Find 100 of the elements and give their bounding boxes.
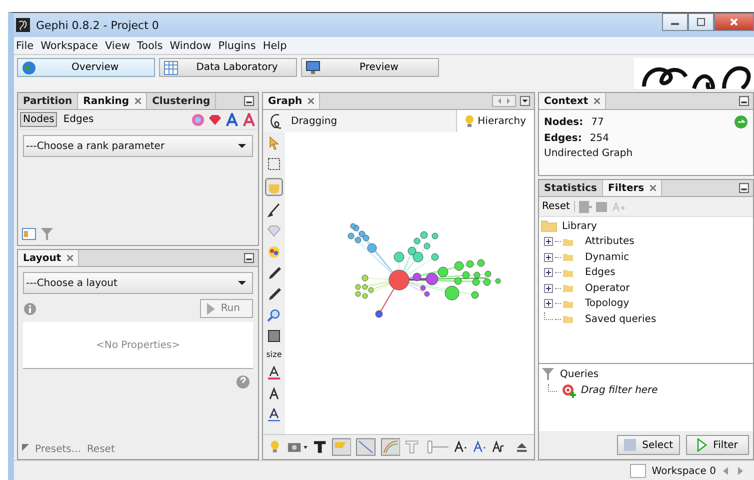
perspective-button[interactable]: Data Laboratory	[159, 58, 297, 77]
panel-tab[interactable]: Layout	[18, 250, 80, 266]
expand-icon[interactable]	[544, 299, 553, 308]
minimize-icon[interactable]	[244, 96, 254, 106]
expand-icon[interactable]	[544, 252, 553, 262]
graph-node	[423, 242, 430, 250]
help-icon[interactable]	[236, 375, 250, 389]
size-tool[interactable]: size	[266, 350, 282, 359]
pointer-icon[interactable]	[267, 136, 281, 150]
expand-icon[interactable]	[544, 268, 553, 278]
close-button[interactable]	[714, 13, 754, 31]
run-button[interactable]: Run	[200, 299, 253, 318]
graph-node	[494, 278, 500, 284]
graph-node	[407, 246, 416, 256]
menu-item[interactable]: Help	[262, 40, 287, 52]
minimize-icon[interactable]	[244, 253, 254, 263]
panel-tab[interactable]: Context	[539, 93, 606, 109]
rectangle-select-icon[interactable]	[267, 157, 281, 171]
tree-item[interactable]: Queries	[560, 368, 599, 380]
rainbow-edge-icon[interactable]	[380, 438, 400, 456]
square-icon[interactable]	[267, 329, 281, 343]
window-title: Gephi 0.8.2 - Project 0	[36, 18, 159, 32]
font-icon[interactable]	[454, 440, 468, 454]
maximize-button[interactable]	[688, 13, 714, 31]
diamond-icon[interactable]	[208, 112, 222, 126]
properties-sheet[interactable]: <No Properties>	[23, 322, 253, 369]
bulb-icon	[464, 114, 474, 128]
globe-icon	[22, 60, 36, 74]
palette-icon[interactable]	[267, 245, 281, 259]
close-icon[interactable]	[650, 185, 656, 191]
layout-dropdown[interactable]: ---Choose a layout	[23, 272, 253, 294]
zoom-icon[interactable]	[267, 308, 281, 322]
tree-item[interactable]: Dynamic	[585, 252, 630, 263]
menu-item[interactable]: Tools	[136, 40, 163, 52]
previous-icon[interactable]	[722, 467, 730, 475]
reset-link[interactable]: Reset	[86, 444, 115, 455]
brush-icon[interactable]	[267, 203, 281, 217]
letter-a-icon[interactable]	[225, 112, 239, 126]
presets-link[interactable]: Presets...	[35, 444, 81, 455]
info-icon[interactable]	[23, 302, 37, 316]
table-icon[interactable]	[22, 227, 36, 241]
minimize-icon[interactable]	[739, 183, 749, 193]
select-button[interactable]: Select	[617, 435, 680, 455]
font-size-icon[interactable]	[492, 440, 506, 454]
tree-item[interactable]: Library	[562, 220, 597, 232]
tree-item[interactable]: Attributes	[585, 236, 634, 248]
font-color-icon[interactable]	[473, 440, 487, 454]
label-color-icon[interactable]	[267, 366, 281, 380]
play-icon	[697, 438, 708, 452]
reset-button[interactable]: Reset	[541, 201, 575, 212]
panel-tab[interactable]: Clustering	[147, 93, 216, 109]
close-icon[interactable]	[594, 98, 600, 104]
perspective-button[interactable]: Overview	[17, 58, 155, 77]
menu-item[interactable]: View	[104, 40, 130, 52]
close-icon[interactable]	[308, 98, 314, 104]
funnel-icon[interactable]	[40, 227, 54, 241]
hand-icon[interactable]	[265, 178, 283, 196]
graph-node	[430, 253, 438, 261]
minimize-icon[interactable]	[739, 96, 749, 106]
tree-item[interactable]: Saved queries	[585, 314, 656, 325]
pencil-icon[interactable]	[267, 287, 281, 301]
close-icon[interactable]	[67, 255, 74, 261]
menu-item[interactable]: Plugins	[218, 40, 256, 52]
perspective-button[interactable]: Preview	[301, 58, 439, 77]
close-icon[interactable]	[135, 98, 142, 104]
pencil-icon[interactable]	[267, 266, 281, 280]
filter-button[interactable]: Filter	[686, 435, 749, 455]
nodes-count: 77	[591, 116, 604, 128]
graph-node	[366, 243, 376, 253]
node-label-icon[interactable]	[332, 438, 352, 456]
funnel-icon	[541, 367, 555, 382]
hierarchy-button[interactable]: Hierarchy	[456, 110, 534, 132]
label-underline-icon[interactable]	[267, 408, 281, 422]
rank-parameter-dropdown[interactable]: ---Choose a rank parameter	[23, 135, 253, 157]
graph-node	[388, 270, 409, 290]
panel-tab[interactable]: Ranking	[78, 93, 148, 109]
camera-icon[interactable]	[286, 440, 308, 454]
tree-item[interactable]: Operator	[585, 282, 630, 294]
panel-tab[interactable]: Graph	[263, 93, 320, 109]
expand-icon[interactable]	[544, 237, 553, 246]
menu-item[interactable]: Workspace	[40, 40, 98, 52]
next-icon[interactable]	[736, 467, 744, 475]
letter-a-icon[interactable]	[242, 112, 256, 126]
refresh-icon[interactable]	[734, 115, 748, 129]
dropdown-icon[interactable]	[520, 96, 530, 106]
tree-item[interactable]: Edges	[585, 267, 616, 278]
text-icon[interactable]	[313, 440, 327, 454]
minimize-button[interactable]	[662, 13, 688, 31]
panel-tab[interactable]: Filters	[602, 180, 662, 196]
color-wheel-icon[interactable]	[191, 112, 205, 126]
menu-item[interactable]: File	[16, 40, 34, 52]
label-size-icon[interactable]	[267, 387, 281, 401]
edge-icon[interactable]	[356, 438, 376, 456]
toggle-button[interactable]: Edges	[60, 112, 97, 127]
menu-item[interactable]: Window	[170, 40, 212, 52]
eject-icon[interactable]	[515, 440, 529, 454]
expand-icon[interactable]	[544, 284, 553, 293]
graph-node	[374, 310, 382, 318]
toggle-button[interactable]: Nodes	[20, 112, 58, 127]
tree-item[interactable]: Topology	[585, 298, 630, 310]
